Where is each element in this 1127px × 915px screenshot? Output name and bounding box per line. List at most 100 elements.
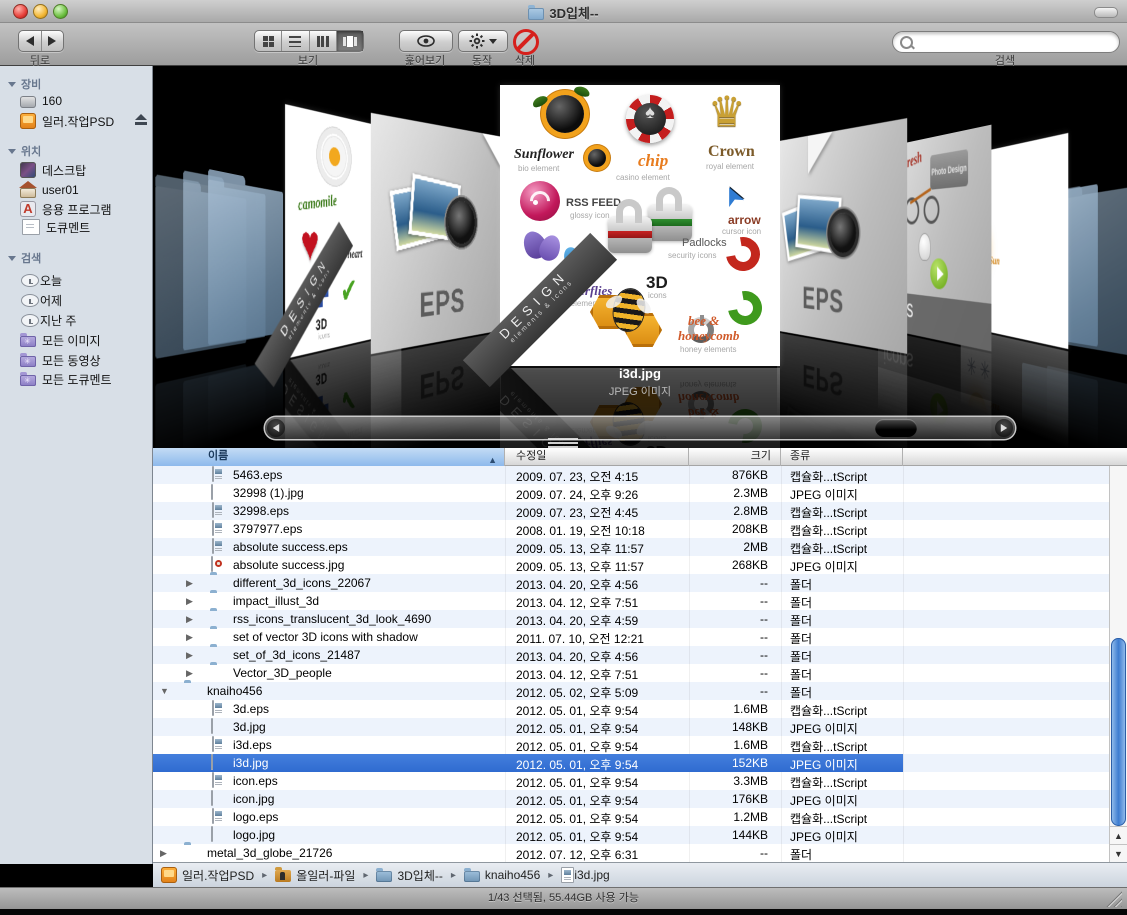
sidebar-section-search[interactable]: 검색 <box>8 250 41 266</box>
forward-button[interactable] <box>42 31 64 51</box>
sidebar: 장비 160 일러.작업PSD 위치 데스크탑 user01 A응용 프로그램 … <box>0 66 153 864</box>
table-row[interactable]: 3d.eps2012. 05. 01, 오후 9:541.6MB캡슐화...tS… <box>153 700 1109 718</box>
sidebar-item-home[interactable]: user01 <box>20 181 148 199</box>
sunflower-icon <box>546 95 584 133</box>
sidebar-item-applications[interactable]: A응용 프로그램 <box>20 200 148 218</box>
table-row[interactable]: ▶Vector_3D_people2013. 04. 12, 오후 7:51--… <box>153 664 1109 682</box>
disclosure-expanded-icon[interactable]: ▼ <box>160 686 169 696</box>
action-button[interactable] <box>458 30 508 52</box>
coverflow-cover-eps-right[interactable]: EPS <box>777 118 907 354</box>
list-view-button[interactable] <box>282 31 309 51</box>
table-row[interactable]: ▼knaiho4562012. 05. 02, 오후 5:09--폴더 <box>153 682 1109 700</box>
scroll-down-button[interactable]: ▼ <box>1110 844 1127 863</box>
disclosure-collapsed-icon[interactable]: ▶ <box>186 632 193 643</box>
icon-view-button[interactable] <box>255 31 282 51</box>
table-row[interactable]: icon.eps2012. 05. 01, 오후 9:543.3MB캡슐화...… <box>153 772 1109 790</box>
breadcrumb-item-folder[interactable]: 3D입체-- <box>376 867 442 884</box>
eps-label: EPS <box>777 278 876 326</box>
sidebar-item-160[interactable]: 160 <box>20 92 148 110</box>
arrow-label: arrow <box>728 213 761 227</box>
sidebar-item-documents[interactable]: 도큐멘트 <box>20 218 148 236</box>
title-bar[interactable]: 3D입체-- <box>0 0 1127 23</box>
documents-icon <box>22 219 40 235</box>
disclosure-collapsed-icon[interactable]: ▶ <box>186 614 193 625</box>
eps-file-icon <box>212 736 214 752</box>
padlocks-sub: security icons <box>668 251 716 260</box>
table-row[interactable]: absolute success.jpg2009. 05. 13, 오후 11:… <box>153 556 1109 574</box>
sidebar-section-devices[interactable]: 장비 <box>8 76 41 92</box>
breadcrumb-item-file[interactable]: i3d.jpg <box>561 867 609 883</box>
left-arrow-icon <box>273 424 279 432</box>
disclosure-collapsed-icon[interactable]: ▶ <box>160 848 167 859</box>
table-row[interactable]: ▶set_of_3d_icons_214872013. 04. 20, 오후 4… <box>153 646 1109 664</box>
disclosure-collapsed-icon[interactable]: ▶ <box>186 596 193 607</box>
scroll-up-button[interactable]: ▲ <box>1110 826 1127 845</box>
search-input[interactable] <box>917 33 1119 51</box>
table-row[interactable]: 32998.eps2009. 07. 23, 오전 4:452.8MB캡슐화..… <box>153 502 1109 520</box>
disclosure-collapsed-icon[interactable]: ▶ <box>186 578 193 589</box>
coverflow-scrollbar-thumb[interactable] <box>875 419 917 437</box>
column-header-size[interactable]: 크기 <box>689 448 781 466</box>
table-row[interactable]: logo.jpg2012. 05. 01, 오후 9:54144KBJPEG 이… <box>153 826 1109 844</box>
sidebar-section-places[interactable]: 위치 <box>8 143 41 159</box>
table-row[interactable]: 3d.jpg2012. 05. 01, 오후 9:54148KBJPEG 이미지 <box>153 718 1109 736</box>
toolbar-toggle-pill-button[interactable] <box>1094 7 1118 18</box>
view-switcher[interactable] <box>254 30 364 52</box>
column-view-button[interactable] <box>310 31 337 51</box>
disclosure-collapsed-icon[interactable]: ▶ <box>186 650 193 661</box>
search-field[interactable] <box>892 31 1120 53</box>
coverflow-view-button[interactable] <box>337 31 363 51</box>
folder-icon <box>528 8 544 20</box>
table-row[interactable]: ▶impact_illust_3d2013. 04. 12, 오후 7:51--… <box>153 592 1109 610</box>
table-row[interactable]: i3d.eps2012. 05. 01, 오후 9:541.6MB캡슐화...t… <box>153 736 1109 754</box>
sidebar-item-today[interactable]: 오늘 <box>20 271 148 289</box>
table-row[interactable]: icon.jpg2012. 05. 01, 오후 9:54176KBJPEG 이… <box>153 790 1109 808</box>
table-row[interactable]: 5463.eps2009. 07. 23, 오전 4:15876KB캡슐화...… <box>153 466 1109 484</box>
back-forward-control[interactable] <box>18 30 64 52</box>
table-row[interactable]: ▶rss_icons_translucent_3d_look_46902013.… <box>153 610 1109 628</box>
table-row[interactable]: ▶set of vector 3D icons with shadow2011.… <box>153 628 1109 646</box>
eject-icon[interactable] <box>134 114 148 128</box>
table-row-selected[interactable]: i3d.jpg2012. 05. 01, 오후 9:54152KBJPEG 이미… <box>153 754 1109 772</box>
column-header-date[interactable]: 수정일 <box>505 448 689 466</box>
table-row[interactable]: logo.eps2012. 05. 01, 오후 9:541.2MB캡슐화...… <box>153 808 1109 826</box>
coverflow-scrollbar[interactable] <box>265 417 1015 439</box>
breadcrumb-item-alias[interactable]: 올일러-파일 <box>275 867 355 884</box>
eps-file-icon <box>212 808 214 824</box>
rss-ball-icon <box>520 181 560 221</box>
table-row[interactable]: ▶metal_3d_globe_217262012. 07. 12, 오후 6:… <box>153 844 1109 862</box>
list-scrollbar-thumb[interactable] <box>1111 638 1126 826</box>
column-header-kind[interactable]: 종류 <box>781 448 903 466</box>
sidebar-item-yesterday[interactable]: 어제 <box>20 291 148 309</box>
jpg-file-icon <box>211 556 213 572</box>
table-row[interactable]: 3797977.eps2008. 01. 19, 오전 10:18208KB캡슐… <box>153 520 1109 538</box>
list-scrollbar[interactable]: ▲ ▼ <box>1109 466 1127 862</box>
disclosure-collapsed-icon[interactable]: ▶ <box>186 668 193 679</box>
coverflow-scroll-right-button[interactable] <box>995 419 1013 437</box>
table-row[interactable]: ▶different_3d_icons_220672013. 04. 20, 오… <box>153 574 1109 592</box>
sidebar-item-pastweek[interactable]: 지난 주 <box>20 311 148 329</box>
coverflow-cover-selected[interactable]: Sunflower bio element chip casino elemen… <box>500 85 780 366</box>
sidebar-item-all-movies[interactable]: 모든 동영상 <box>20 351 148 369</box>
quicklook-button[interactable] <box>399 30 453 52</box>
sidebar-item-all-documents[interactable]: 모든 도큐멘트 <box>20 370 148 388</box>
coverflow-scroll-left-button[interactable] <box>267 419 285 437</box>
coverflow-cover-eps-left[interactable]: EPS <box>371 113 501 354</box>
breadcrumb-item-folder[interactable]: knaiho456 <box>464 868 540 882</box>
back-button[interactable] <box>19 31 42 51</box>
table-row[interactable]: 32998 (1).jpg2009. 07. 24, 오후 9:262.3MBJ… <box>153 484 1109 502</box>
jpg-file-icon <box>211 754 213 770</box>
eps-file-icon <box>212 520 214 536</box>
column-header-name[interactable]: 이름▲ <box>153 448 505 466</box>
breadcrumb-item-drive[interactable]: 일러.작업PSD <box>161 867 254 884</box>
coverflow-resize-grip[interactable] <box>548 438 578 448</box>
grid-view-icon <box>263 36 274 47</box>
back-arrow-icon <box>26 36 34 46</box>
table-row[interactable]: absolute success.eps2009. 05. 13, 오후 11:… <box>153 538 1109 556</box>
breadcrumb-separator-icon: ▸ <box>262 870 267 881</box>
delete-button[interactable] <box>513 29 537 53</box>
sidebar-item-psd-drive[interactable]: 일러.작업PSD <box>20 112 148 130</box>
sidebar-item-all-images[interactable]: 모든 이미지 <box>20 331 148 349</box>
sidebar-item-desktop[interactable]: 데스크탑 <box>20 161 148 179</box>
coverflow-folder-stack-left[interactable] <box>155 162 283 371</box>
